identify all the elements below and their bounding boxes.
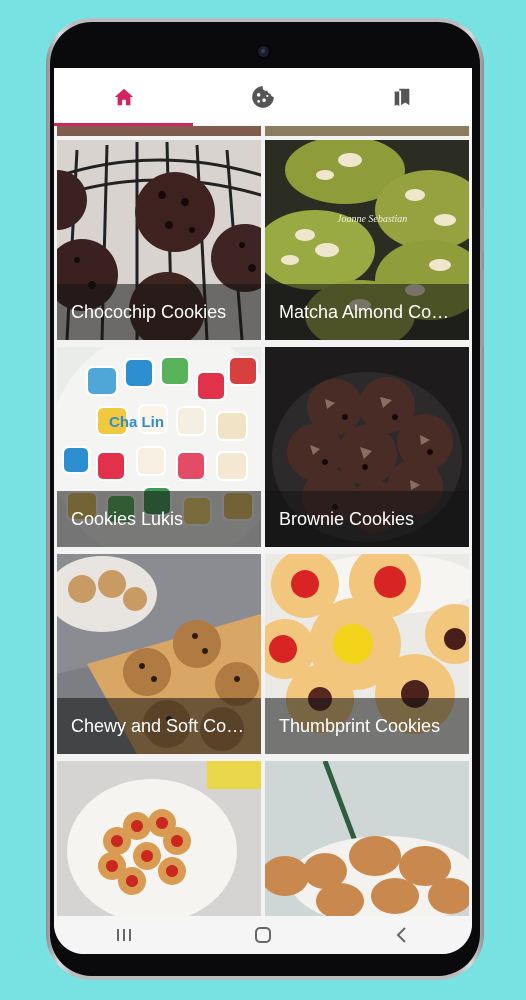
- system-navigation-bar: [54, 916, 472, 954]
- jam-cookies-image: [57, 761, 261, 916]
- recipe-card-partial[interactable]: [265, 126, 469, 136]
- recipe-card[interactable]: Chewy and Soft Cookies: [57, 554, 261, 754]
- power-button: [480, 270, 484, 346]
- back-icon: [396, 927, 407, 943]
- recipe-card[interactable]: Brownie Cookies: [265, 347, 469, 547]
- front-camera: [258, 46, 269, 57]
- app-screen: Chocochip Cookies Joanne Sebastian Match…: [54, 68, 472, 954]
- bookmarks-icon: [394, 88, 410, 107]
- recipe-card-partial[interactable]: [57, 126, 261, 136]
- recipe-card[interactable]: Joanne Sebastian Matcha Almond Cookies: [265, 140, 469, 340]
- recipe-card[interactable]: [57, 761, 261, 916]
- photo-letters: Cha Lin: [109, 414, 164, 431]
- card-caption: Chewy and Soft Cookies: [57, 698, 261, 754]
- home-circle-icon: [254, 927, 271, 943]
- tab-bar: [54, 68, 472, 126]
- card-caption: Chocochip Cookies: [57, 284, 261, 340]
- tab-cookies[interactable]: [193, 68, 332, 126]
- back-button[interactable]: [372, 920, 432, 950]
- tab-home[interactable]: [54, 68, 194, 126]
- recipe-card[interactable]: Chocochip Cookies: [57, 140, 261, 340]
- recipe-title: Cookies Lukis: [71, 508, 184, 529]
- home-button[interactable]: [233, 920, 293, 950]
- recipe-title: Brownie Cookies: [279, 508, 415, 529]
- recipe-card[interactable]: [265, 761, 469, 916]
- recents-button[interactable]: [94, 920, 154, 950]
- recipe-card[interactable]: Cha Lin Cookies Lukis: [57, 347, 261, 547]
- butter-cookies-image: [265, 761, 469, 916]
- recipe-grid: Chocochip Cookies Joanne Sebastian Match…: [54, 126, 472, 916]
- recipe-card[interactable]: Thumbprint Cookies: [265, 554, 469, 754]
- card-caption: Thumbprint Cookies: [265, 698, 469, 754]
- card-caption: Matcha Almond Cookies: [265, 284, 469, 340]
- recipe-title: Chewy and Soft Cookies: [71, 715, 249, 736]
- recipe-title: Matcha Almond Cookies: [279, 301, 457, 322]
- cookie-icon: [252, 86, 274, 108]
- photo-watermark: Joanne Sebastian: [337, 214, 407, 225]
- tab-bookmarks[interactable]: [333, 68, 472, 126]
- recipe-title: Chocochip Cookies: [71, 301, 227, 322]
- recipe-title: Thumbprint Cookies: [279, 715, 441, 736]
- recents-icon: [116, 929, 131, 941]
- volume-button: [480, 208, 484, 252]
- card-caption: Cookies Lukis: [57, 491, 261, 547]
- home-icon: [114, 88, 133, 106]
- card-caption: Brownie Cookies: [265, 491, 469, 547]
